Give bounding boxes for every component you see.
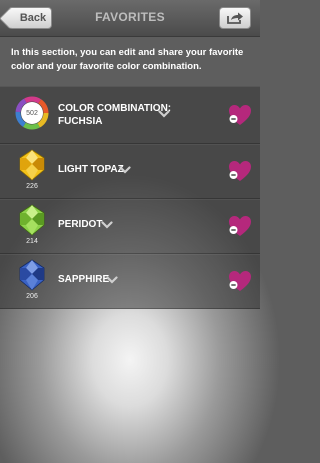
crystal-icon [19, 259, 45, 291]
remove-favorite-heart-icon[interactable] [228, 215, 252, 237]
share-icon [227, 12, 243, 24]
remove-favorite-heart-icon[interactable] [228, 160, 252, 182]
share-button[interactable] [219, 7, 251, 29]
item-label: COLOR COMBINATION: FUCHSIA [58, 102, 171, 128]
page-title: FAVORITES [95, 10, 165, 24]
color-number: 502 [26, 109, 38, 117]
nav-bar: Back FAVORITES [0, 0, 260, 37]
list-item-peridot[interactable]: 214 PERIDOT [0, 199, 260, 254]
back-button-label: Back [19, 12, 47, 24]
item-label: LIGHT TOPAZ [58, 164, 124, 175]
item-label: SAPPHIRE [58, 274, 110, 285]
color-number: 206 [26, 293, 38, 300]
item-label: PERIDOT [58, 219, 103, 230]
favorites-list: 502 COLOR COMBINATION: FUCHSIA 226 LIGHT… [0, 86, 260, 309]
list-item-sapphire[interactable]: 206 SAPPHIRE [0, 254, 260, 308]
remove-favorite-heart-icon[interactable] [228, 104, 252, 126]
back-button[interactable]: Back [8, 7, 52, 29]
color-number: 214 [26, 238, 38, 245]
item-label-line1: COLOR COMBINATION: [58, 103, 172, 114]
list-item-light-topaz[interactable]: 226 LIGHT TOPAZ [0, 144, 260, 199]
chevron-down-icon[interactable] [106, 276, 118, 284]
item-label-line2: FUCHSIA [58, 116, 103, 127]
chevron-down-icon[interactable] [101, 221, 113, 229]
intro-text: In this section, you can edit and share … [11, 47, 244, 72]
remove-favorite-heart-icon[interactable] [228, 270, 252, 292]
crystal-icon [19, 149, 45, 181]
color-number: 226 [26, 183, 38, 190]
chevron-down-icon[interactable] [158, 110, 170, 118]
crystal-icon [19, 204, 45, 236]
list-item-color-combination[interactable]: 502 COLOR COMBINATION: FUCHSIA [0, 87, 260, 144]
chevron-down-icon[interactable] [119, 166, 131, 174]
